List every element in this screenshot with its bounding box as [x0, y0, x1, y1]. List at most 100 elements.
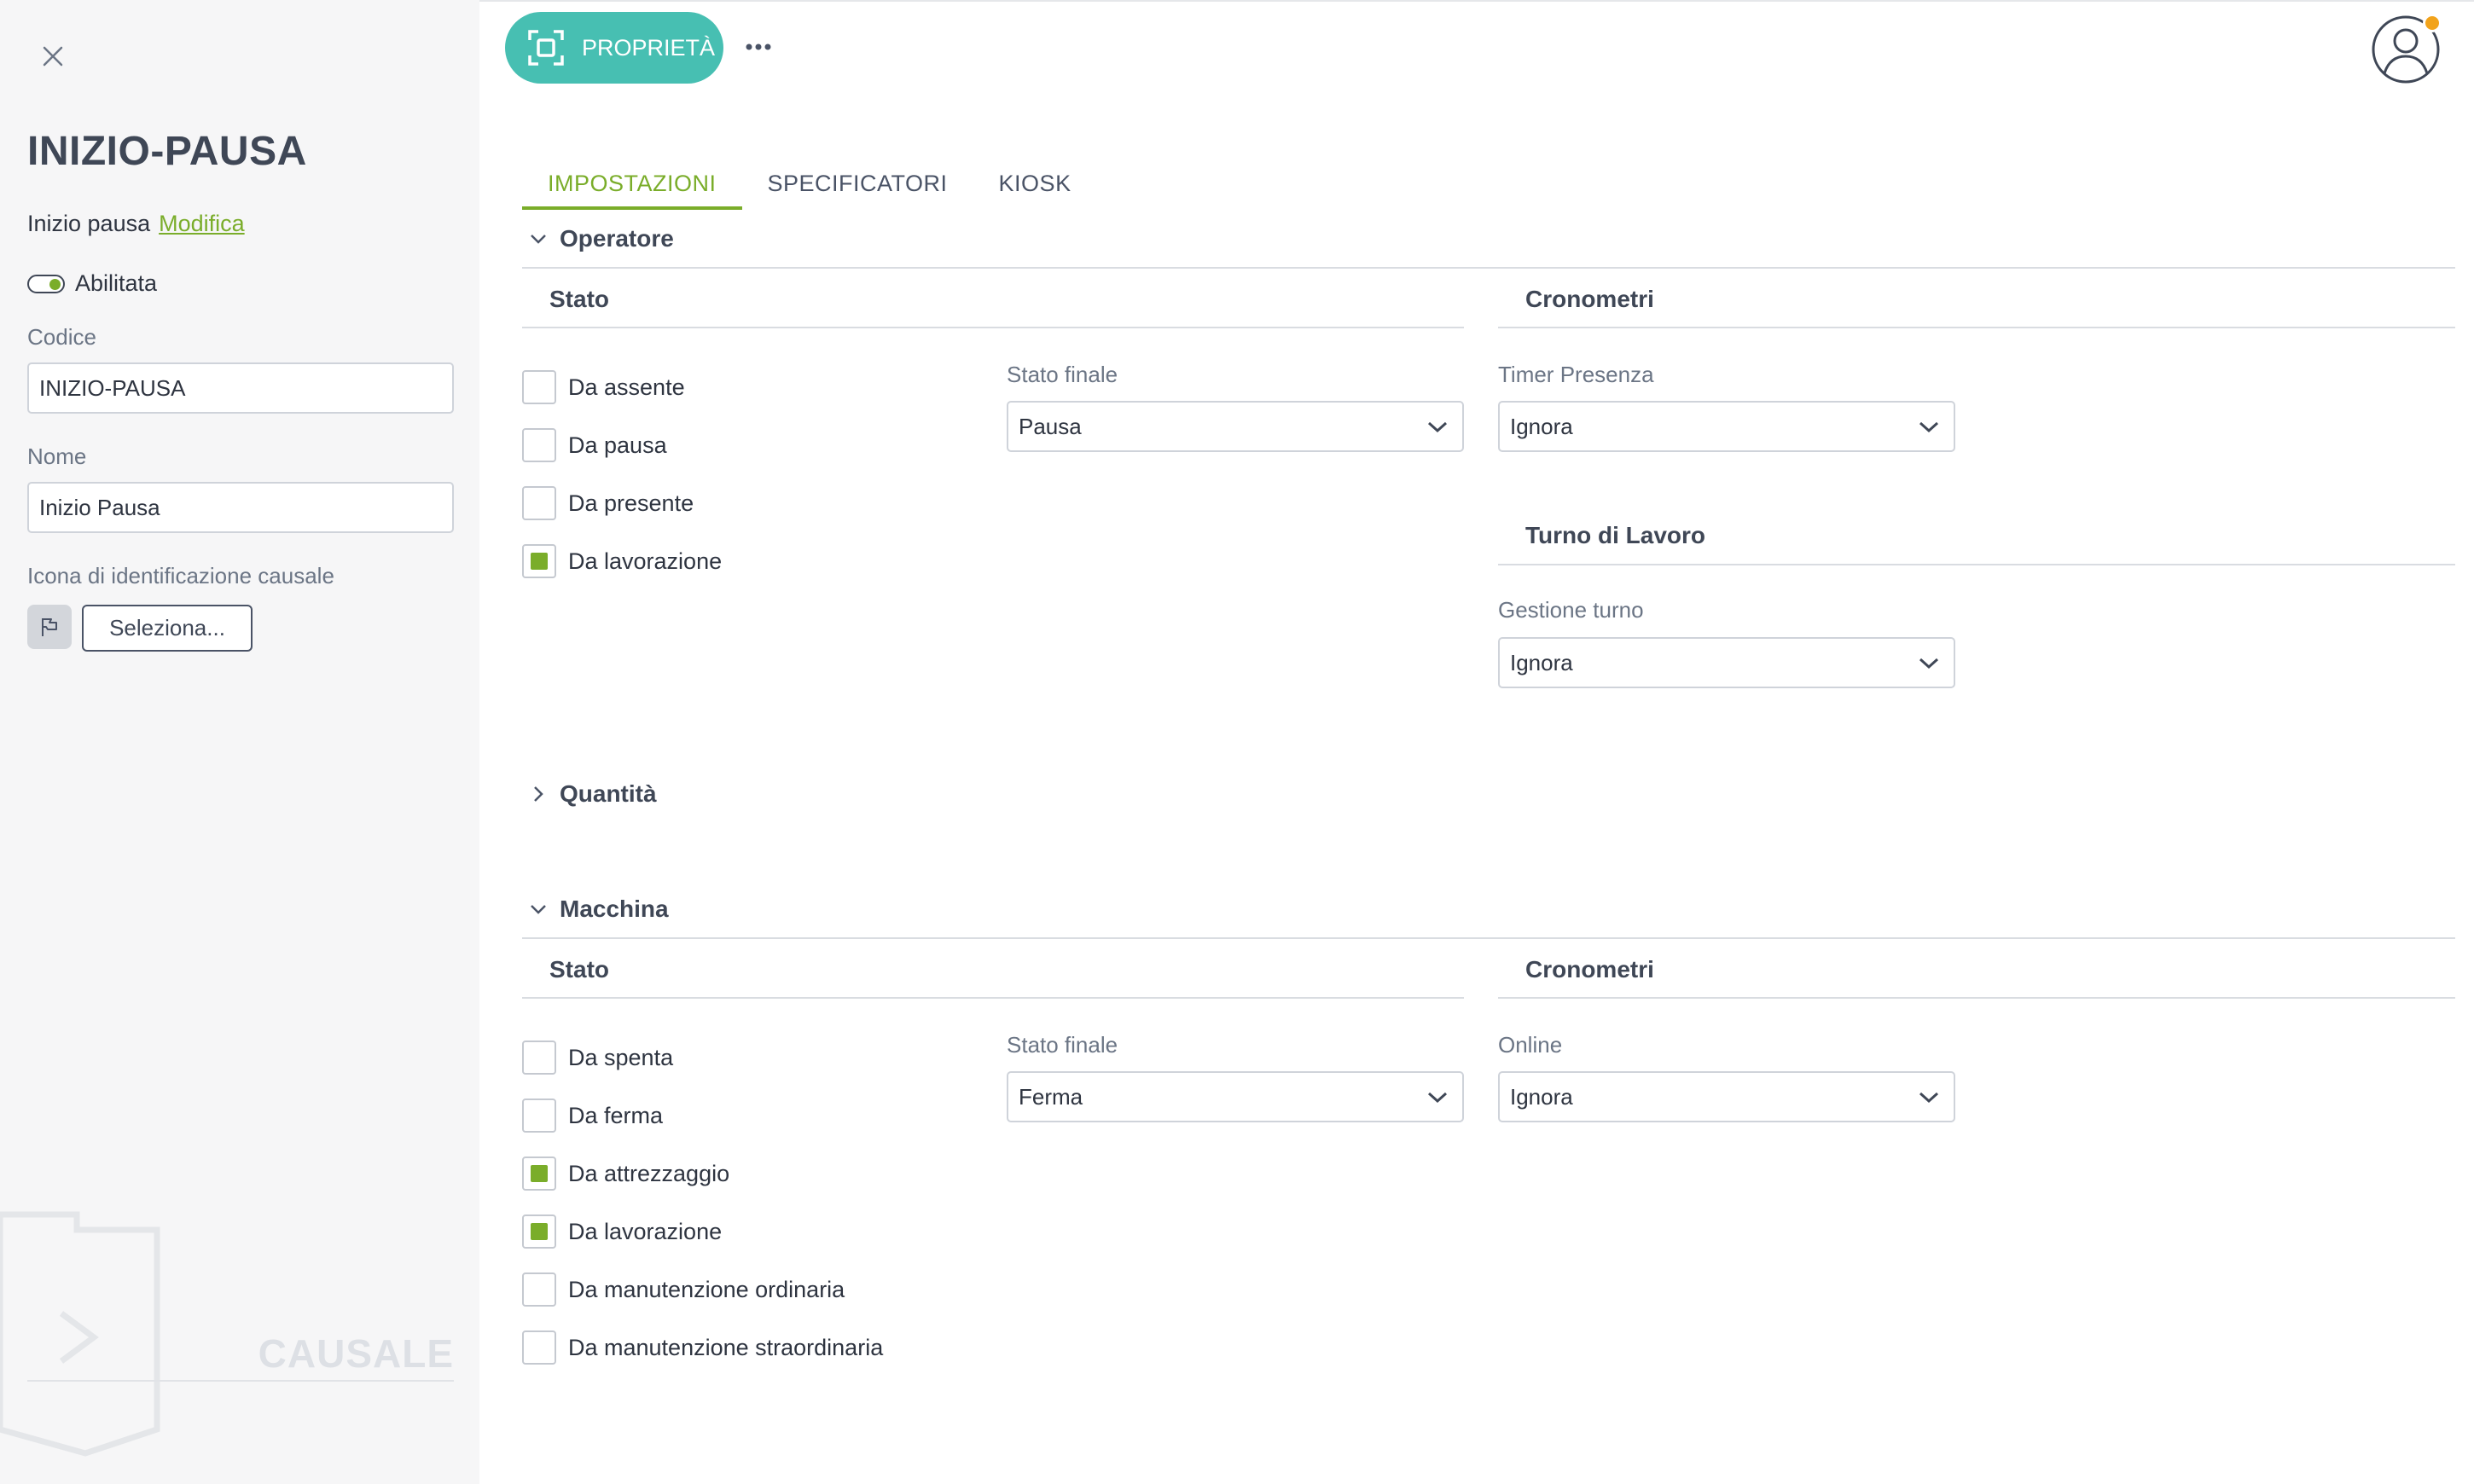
machine-final-state-label: Stato finale	[1007, 1032, 1118, 1058]
code-label: Codice	[27, 324, 96, 350]
section-title: Quantità	[560, 780, 657, 807]
focus-frame-icon	[528, 30, 564, 66]
checkbox-da-manutenzione-straordinaria[interactable]: Da manutenzione straordinaria	[522, 1330, 883, 1365]
checkbox-da-assente[interactable]: Da assente	[522, 370, 685, 404]
tab-bar: IMPOSTAZIONI SPECIFICATORI KIOSK	[522, 162, 1097, 210]
select-value: Ignora	[1510, 1083, 1573, 1110]
properties-button[interactable]: PROPRIETÀ	[505, 12, 723, 84]
checkbox-label: Da assente	[568, 374, 685, 400]
divider	[522, 267, 2455, 269]
chevron-down-icon	[1427, 1092, 1448, 1104]
shift-management-label: Gestione turno	[1498, 597, 1644, 623]
checkbox[interactable]	[522, 1041, 556, 1075]
operator-final-state-select[interactable]: Pausa	[1007, 401, 1464, 452]
checkbox-da-presente[interactable]: Da presente	[522, 486, 694, 520]
section-title: Operatore	[560, 225, 674, 252]
divider	[522, 937, 2455, 939]
name-label: Nome	[27, 443, 87, 469]
detail-side-panel: INIZIO-PAUSA Inizio pausa Modifica Abilit…	[0, 0, 479, 1484]
checkbox-label: Da spenta	[568, 1044, 674, 1070]
chevron-down-icon	[1919, 658, 1939, 670]
checkbox[interactable]	[522, 544, 556, 578]
checkbox-label: Da manutenzione straordinaria	[568, 1334, 884, 1360]
divider	[522, 327, 1464, 328]
divider	[1498, 327, 2455, 328]
checkbox[interactable]	[522, 1156, 556, 1191]
checkbox-da-ferma[interactable]: Da ferma	[522, 1099, 663, 1133]
select-value: Ferma	[1019, 1083, 1083, 1110]
icon-field-label: Icona di identificazione causale	[27, 563, 334, 588]
online-timer-select[interactable]: Ignora	[1498, 1071, 1955, 1122]
checkbox-da-lavorazione[interactable]: Da lavorazione	[522, 544, 722, 578]
checkbox-label: Da lavorazione	[568, 548, 723, 574]
checkbox-da-attrezzaggio[interactable]: Da attrezzaggio	[522, 1156, 729, 1191]
presence-timer-select[interactable]: Ignora	[1498, 401, 1955, 452]
section-title: Macchina	[560, 896, 669, 922]
checkbox-da-lavorazione-macchina[interactable]: Da lavorazione	[522, 1214, 722, 1249]
checkbox[interactable]	[522, 1214, 556, 1249]
enabled-toggle[interactable]	[27, 274, 65, 293]
shift-management-select[interactable]: Ignora	[1498, 637, 1955, 688]
operator-final-state-label: Stato finale	[1007, 362, 1118, 387]
checkbox-label: Da presente	[568, 490, 694, 516]
checkbox-da-pausa[interactable]: Da pausa	[522, 428, 667, 462]
chevron-down-icon	[1427, 421, 1448, 433]
divider	[1498, 564, 2455, 565]
presence-timer-label: Timer Presenza	[1498, 362, 1654, 387]
checkbox-label: Da pausa	[568, 432, 667, 458]
machine-timers-title: Cronometri	[1525, 956, 1654, 983]
checkbox[interactable]	[522, 370, 556, 404]
edit-link[interactable]: Modifica	[159, 211, 245, 236]
tab-kiosk[interactable]: KIOSK	[973, 162, 1097, 210]
chevron-down-icon	[1919, 421, 1939, 433]
name-input[interactable]	[27, 482, 454, 533]
select-value: Ignora	[1510, 649, 1573, 675]
ellipsis-icon[interactable]	[742, 31, 775, 63]
subtitle-text: Inizio pausa	[27, 211, 151, 236]
chevron-down-icon	[1919, 1092, 1939, 1104]
checkbox-label: Da lavorazione	[568, 1218, 723, 1244]
checkbox-label: Da attrezzaggio	[568, 1160, 730, 1186]
user-avatar-icon[interactable]	[2370, 14, 2442, 85]
divider	[27, 1380, 454, 1382]
enabled-label: Abilitata	[75, 270, 158, 296]
entity-type-label: CAUSALE	[258, 1331, 454, 1376]
select-icon-button[interactable]: Seleziona...	[82, 605, 253, 652]
divider	[479, 0, 2474, 2]
tab-impostazioni[interactable]: IMPOSTAZIONI	[522, 162, 742, 210]
checkbox-label: Da ferma	[568, 1102, 664, 1128]
notification-badge	[2423, 14, 2442, 32]
checkbox[interactable]	[522, 486, 556, 520]
work-shift-title: Turno di Lavoro	[1525, 522, 1706, 548]
document-watermark-icon	[0, 1194, 171, 1463]
properties-button-label: PROPRIETÀ	[582, 34, 716, 61]
chevron-right-icon	[534, 786, 543, 802]
section-quantita-header[interactable]: Quantità	[529, 780, 657, 808]
code-input[interactable]	[27, 362, 454, 414]
online-timer-label: Online	[1498, 1032, 1563, 1058]
checkbox-da-spenta[interactable]: Da spenta	[522, 1041, 673, 1075]
operator-timers-title: Cronometri	[1525, 286, 1654, 312]
checkbox-label: Da manutenzione ordinaria	[568, 1276, 845, 1302]
operator-status-title: Stato	[549, 286, 609, 312]
checkbox[interactable]	[522, 1272, 556, 1307]
checkbox[interactable]	[522, 428, 556, 462]
chevron-down-icon	[531, 905, 546, 914]
chevron-down-icon	[531, 235, 546, 244]
page-title: INIZIO-PAUSA	[27, 129, 307, 174]
enabled-toggle-row[interactable]: Abilitata	[27, 270, 157, 297]
select-value: Ignora	[1510, 413, 1573, 439]
machine-final-state-select[interactable]: Ferma	[1007, 1071, 1464, 1122]
section-macchina-header[interactable]: Macchina	[529, 896, 669, 923]
divider	[522, 997, 1464, 999]
checkbox-da-manutenzione-ordinaria[interactable]: Da manutenzione ordinaria	[522, 1272, 845, 1307]
section-operatore-header[interactable]: Operatore	[529, 225, 674, 252]
checkbox[interactable]	[522, 1099, 556, 1133]
machine-status-title: Stato	[549, 956, 609, 983]
checkbox[interactable]	[522, 1330, 556, 1365]
divider	[1498, 997, 2455, 999]
subtitle-row: Inizio pausa Modifica	[27, 211, 245, 237]
tab-specificatori[interactable]: SPECIFICATORI	[742, 162, 973, 210]
select-value: Pausa	[1019, 413, 1082, 439]
close-icon[interactable]	[38, 41, 68, 72]
